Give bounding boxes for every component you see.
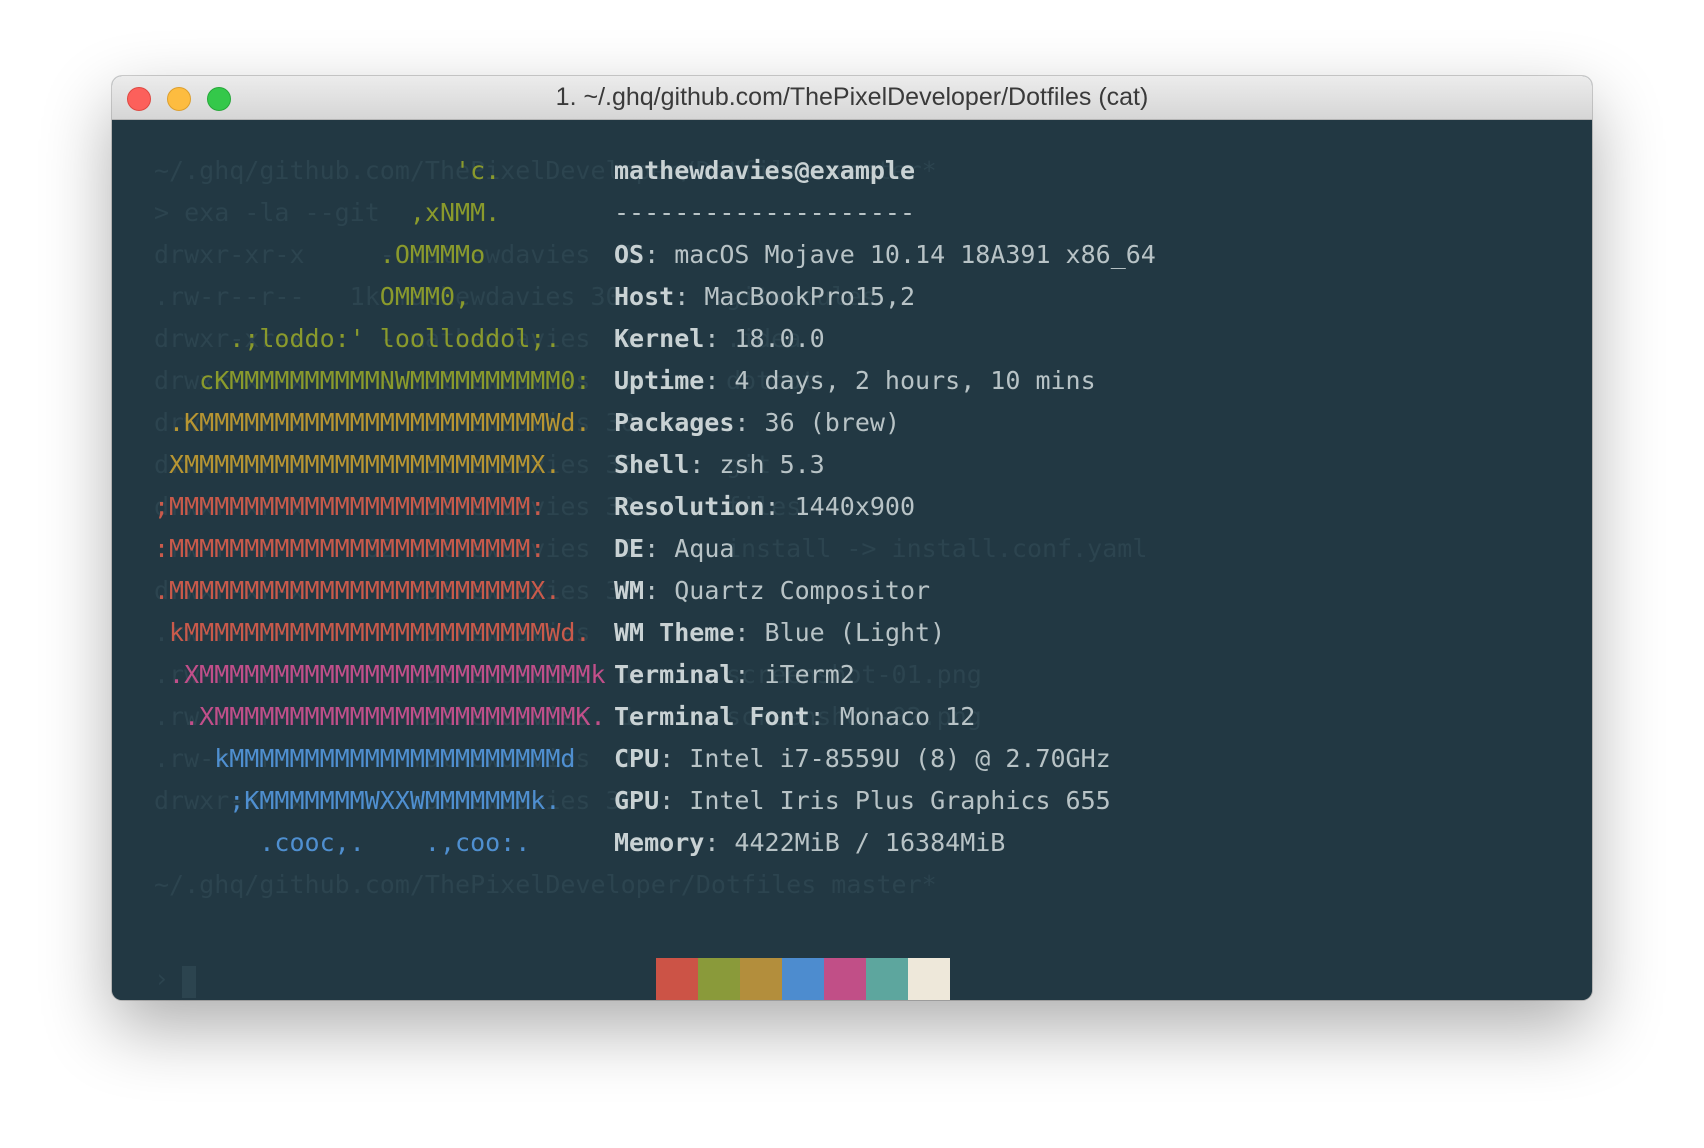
palette-swatch (782, 958, 824, 1000)
info-value: Blue (Light) (764, 618, 946, 647)
info-colon: : (674, 282, 705, 311)
info-value: MacBookPro15,2 (704, 282, 916, 311)
ascii-logo-line: ,xNMM. (154, 198, 501, 227)
info-colon: : (704, 324, 735, 353)
info-colon: : (704, 828, 735, 857)
info-value: 18.0.0 (734, 324, 825, 353)
ascii-logo-line: OMMM0, (154, 282, 471, 311)
info-colon: : (764, 492, 795, 521)
info-value: 4 days, 2 hours, 10 mins (734, 366, 1096, 395)
ascii-logo-line: ;MMMMMMMMMMMMMMMMMMMMMMMM: (154, 492, 546, 521)
info-key: DE (614, 534, 645, 563)
info-key: GPU (614, 786, 660, 815)
info-row: Packages: 36 (brew) (614, 402, 900, 444)
palette-swatch (824, 958, 866, 1000)
info-row: Kernel: 18.0.0 (614, 318, 825, 360)
info-key: Terminal Font (614, 702, 810, 731)
info-separator-text: -------------------- (614, 198, 916, 227)
info-key: Resolution (614, 492, 765, 521)
palette-swatch (656, 958, 698, 1000)
info-colon: : (689, 450, 720, 479)
info-value: Monaco 12 (839, 702, 976, 731)
info-row: DE: Aqua (614, 528, 734, 570)
palette-swatch (740, 958, 782, 1000)
info-colon: : (809, 702, 840, 731)
info-value: Intel Iris Plus Graphics 655 (689, 786, 1111, 815)
info-key: Packages (614, 408, 735, 437)
info-row: OS: macOS Mojave 10.14 18A391 x86_64 (614, 234, 1156, 276)
info-colon: : (644, 576, 675, 605)
info-key: WM Theme (614, 618, 735, 647)
info-row: Terminal: iTerm2 (614, 654, 855, 696)
info-row: CPU: Intel i7-8559U (8) @ 2.70GHz (614, 738, 1111, 780)
window-title: 1. ~/.ghq/github.com/ThePixelDeveloper/D… (555, 83, 1149, 111)
color-palette (614, 958, 950, 1000)
ascii-logo-line: ;KMMMMMMMWXXWMMMMMMMk. (154, 786, 561, 815)
ascii-logo-line: .;loddo:' loolloddol;. (154, 324, 561, 353)
ascii-logo-line: .MMMMMMMMMMMMMMMMMMMMMMMMX. (154, 576, 561, 605)
info-value: macOS Mojave 10.14 18A391 x86_64 (674, 240, 1156, 269)
info-value: 1440x900 (794, 492, 916, 521)
info-key: WM (614, 576, 645, 605)
info-colon: : (659, 744, 690, 773)
ascii-logo-line: cKMMMMMMMMMMNWMMMMMMMMMM0: (154, 366, 591, 395)
info-value: zsh 5.3 (719, 450, 825, 479)
info-colon: : (644, 534, 675, 563)
user-host-text: mathewdavies@example (614, 156, 916, 185)
info-key: OS (614, 240, 645, 269)
info-key: Kernel (614, 324, 705, 353)
info-value: Intel i7-8559U (8) @ 2.70GHz (689, 744, 1111, 773)
info-row: Memory: 4422MiB / 16384MiB (614, 822, 1005, 864)
ascii-logo-line: .OMMMMo (154, 240, 486, 269)
info-value: Aqua (674, 534, 735, 563)
ascii-logo-line: .XMMMMMMMMMMMMMMMMMMMMMMMMK. (154, 702, 606, 731)
info-colon: : (734, 660, 765, 689)
info-row: Shell: zsh 5.3 (614, 444, 825, 486)
info-value: 36 (brew) (764, 408, 900, 437)
ascii-logo-line: .XMMMMMMMMMMMMMMMMMMMMMMMMMMk (154, 660, 606, 689)
info-colon: : (644, 240, 675, 269)
background-output-line: ~/.ghq/github.com/ThePixelDeveloper/Dotf… (154, 870, 937, 899)
ascii-logo-line: kMMMMMMMMMMMMMMMMMMMMMMMMWd. (154, 618, 591, 647)
prompt-caret: › (154, 964, 170, 993)
info-row: GPU: Intel Iris Plus Graphics 655 (614, 780, 1111, 822)
title-bar[interactable]: 1. ~/.ghq/github.com/ThePixelDeveloper/D… (112, 76, 1592, 120)
palette-swatch (866, 958, 908, 1000)
info-key: Host (614, 282, 675, 311)
info-key: CPU (614, 744, 660, 773)
info-key: Uptime (614, 366, 705, 395)
info-separator: -------------------- (614, 192, 915, 234)
info-row: WM Theme: Blue (Light) (614, 612, 945, 654)
ascii-logo-line: kMMMMMMMMMMMMMMMMMMMMMMd (154, 744, 576, 773)
info-row: WM: Quartz Compositor (614, 570, 930, 612)
text-cursor (182, 966, 196, 998)
info-colon: : (734, 408, 765, 437)
ascii-logo-line: 'c. (154, 156, 501, 185)
terminal-content[interactable]: ~/.ghq/github.com/ThePixelDeveloper/Dotf… (112, 120, 1592, 1000)
info-row: Host: MacBookPro15,2 (614, 276, 915, 318)
info-row: Terminal Font: Monaco 12 (614, 696, 975, 738)
palette-swatch (908, 958, 950, 1000)
ascii-logo-line: :MMMMMMMMMMMMMMMMMMMMMMMM: (154, 534, 546, 563)
palette-swatch (698, 958, 740, 1000)
info-colon: : (704, 366, 735, 395)
info-key: Memory (614, 828, 705, 857)
palette-swatch (614, 958, 656, 1000)
terminal-window: 1. ~/.ghq/github.com/ThePixelDeveloper/D… (112, 76, 1592, 1000)
user-host: mathewdavies@example (614, 150, 915, 192)
info-key: Shell (614, 450, 690, 479)
info-row: Uptime: 4 days, 2 hours, 10 mins (614, 360, 1096, 402)
info-value: 4422MiB / 16384MiB (734, 828, 1006, 857)
info-colon: : (734, 618, 765, 647)
info-colon: : (659, 786, 690, 815)
info-key: Terminal (614, 660, 735, 689)
info-value: Quartz Compositor (674, 576, 931, 605)
ascii-logo-line: .cooc,. .,coo:. (154, 828, 531, 857)
ascii-logo-line: XMMMMMMMMMMMMMMMMMMMMMMMX. (154, 450, 561, 479)
info-value: iTerm2 (764, 660, 855, 689)
info-row: Resolution: 1440x900 (614, 486, 915, 528)
ascii-logo-line: .KMMMMMMMMMMMMMMMMMMMMMMMWd. (154, 408, 591, 437)
